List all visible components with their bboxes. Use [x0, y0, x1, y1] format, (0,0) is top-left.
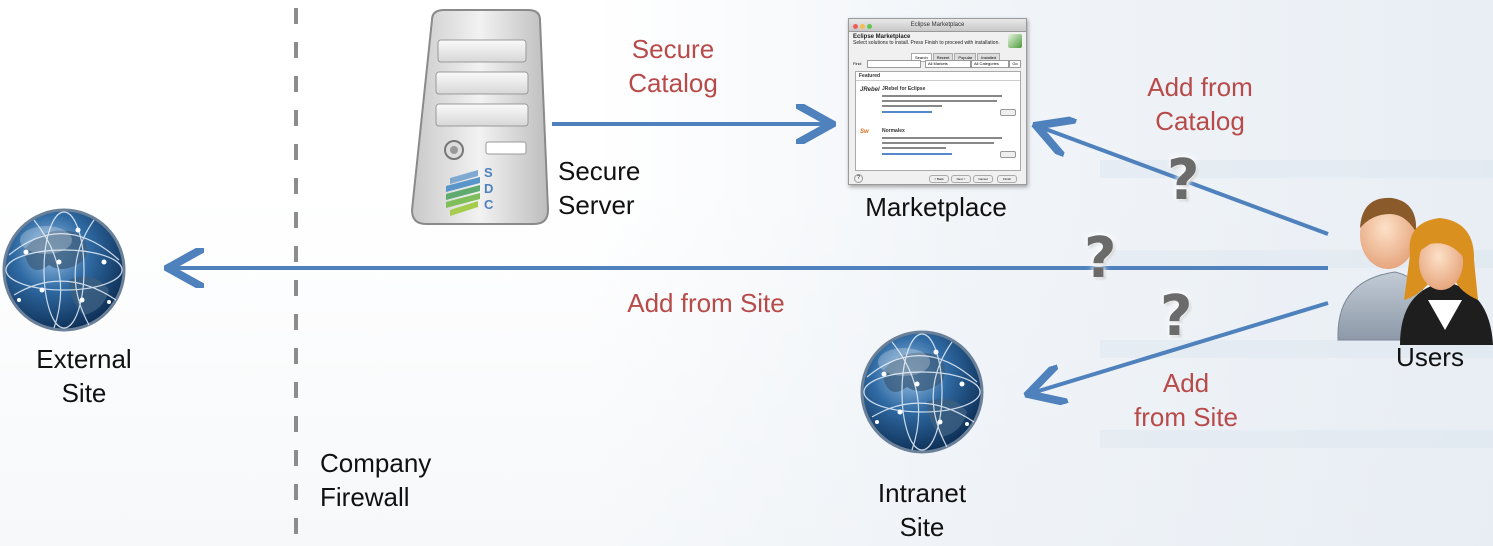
entry-desc-line	[882, 153, 952, 155]
add-from-site-label: Add from Site	[627, 288, 785, 318]
marketplace-description: Select solutions to install. Press Finis…	[853, 40, 1000, 46]
entry-logo: JRebel	[860, 87, 880, 93]
label-line: Secure	[631, 34, 715, 64]
entry-name: Normalex	[882, 128, 905, 134]
label-line: Add from	[1147, 72, 1253, 102]
find-label: Find:	[853, 61, 862, 66]
label-line: Intranet	[877, 478, 967, 508]
featured-label: Featured	[856, 72, 1020, 81]
entry-desc-line	[882, 95, 1002, 97]
install-button[interactable]	[1000, 151, 1016, 158]
marketplace-label: Marketplace	[865, 192, 1007, 222]
question-mark: ?	[1167, 148, 1200, 213]
finish-button[interactable]: Finish	[997, 175, 1017, 183]
marketplace-footer: ? < Back Next > Cancel Finish	[849, 172, 1026, 184]
label-line: Server	[558, 190, 635, 220]
install-button[interactable]	[1000, 109, 1016, 116]
question-mark: ?	[1084, 226, 1117, 291]
add-from-site-intranet-label: Add from Site	[1106, 366, 1266, 434]
marketplace-logo-icon	[1008, 34, 1022, 48]
label-line: Site	[899, 512, 945, 542]
back-button[interactable]: < Back	[929, 175, 949, 183]
entry-desc-line	[882, 147, 946, 149]
entry-logo: Sw	[860, 129, 869, 135]
label-line: Firewall	[320, 482, 410, 512]
external-site-label: External Site	[14, 342, 154, 410]
server-logo-letter: D	[484, 181, 494, 196]
go-button[interactable]: Go	[1009, 60, 1021, 68]
label-line: Add	[1162, 368, 1210, 398]
entry-desc-line	[882, 111, 932, 113]
list-item[interactable]: Sw Normalex	[856, 123, 1020, 165]
question-mark: ?	[1160, 284, 1193, 349]
entry-desc-line	[882, 142, 994, 144]
list-item[interactable]: JRebel JRebel for Eclipse	[856, 81, 1020, 123]
marketplace-find-row: Find: All Markets All Categories Go	[853, 60, 1021, 68]
server-logo-letter: S	[484, 165, 493, 180]
label-line: Site	[61, 378, 107, 408]
label-line: Catalog	[1155, 106, 1245, 136]
find-input[interactable]	[867, 60, 921, 68]
label-line: Company	[320, 448, 432, 478]
cancel-button[interactable]: Cancel	[973, 175, 993, 183]
marketplace-featured-panel: Featured JRebel JRebel for Eclipse Sw No…	[855, 71, 1021, 171]
users-label: Users	[1396, 342, 1464, 372]
server-logo-letter: C	[484, 197, 494, 212]
entry-desc-line	[882, 105, 942, 107]
label-line: Catalog	[628, 68, 718, 98]
marketplace-titlebar: Eclipse Marketplace	[849, 19, 1026, 32]
category-select[interactable]: All Categories	[971, 60, 1009, 68]
label-line: Secure	[558, 156, 641, 186]
label-line: External	[36, 344, 132, 374]
secure-server-label: Secure Server	[558, 154, 640, 222]
company-firewall-label: Company Firewall	[320, 446, 431, 514]
label-line: from Site	[1133, 402, 1239, 432]
help-icon[interactable]: ?	[854, 174, 863, 183]
add-from-catalog-label: Add from Catalog	[1130, 70, 1270, 138]
entry-desc-line	[882, 137, 1002, 139]
entry-desc-line	[882, 100, 997, 102]
marketplace-window-title: Eclipse Marketplace	[910, 22, 965, 28]
entry-name: JRebel for Eclipse	[882, 86, 926, 92]
next-button[interactable]: Next >	[951, 175, 971, 183]
marketplace-window-icon: Eclipse Marketplace Eclipse Marketplace …	[848, 18, 1027, 185]
intranet-site-label: Intranet Site	[862, 476, 982, 544]
market-select[interactable]: All Markets	[925, 60, 971, 68]
secure-catalog-label: Secure Catalog	[618, 32, 728, 100]
